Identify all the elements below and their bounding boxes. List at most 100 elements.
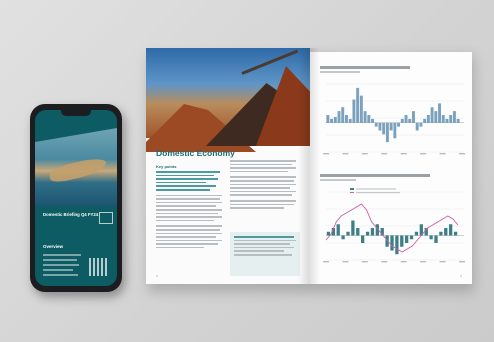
phone-text-line (43, 269, 73, 271)
text-line (230, 199, 296, 202)
chart-1-bar (412, 111, 415, 123)
legend-swatch (350, 192, 354, 193)
chart-1-bar (330, 118, 334, 123)
chart-1-bar (345, 115, 348, 123)
chart-2-bar (390, 235, 394, 251)
chart-1-title (320, 66, 410, 69)
chart-1-bar (367, 115, 371, 123)
chart-1-bar (426, 115, 430, 123)
chart-1-bar (359, 95, 363, 123)
chart-1-bar (441, 115, 445, 123)
chart-2-bar (409, 235, 414, 240)
text-line (156, 171, 220, 173)
legend-label (356, 192, 400, 194)
text-line (230, 183, 296, 186)
chart-1-bar (378, 122, 382, 131)
chart-2-bar (346, 231, 350, 236)
phone-qr-code (89, 258, 107, 276)
text-line (234, 239, 296, 242)
phone-text-line (43, 264, 79, 266)
chart-1-bar (374, 122, 378, 127)
chart-1-bar (326, 115, 330, 123)
chart-1-bar (430, 107, 434, 123)
legend-swatch (350, 188, 354, 190)
tick-label (459, 153, 465, 155)
text-line (230, 160, 296, 162)
chart-1-bar (438, 103, 441, 123)
chart-1-bar (382, 122, 386, 135)
phone-text-line (43, 274, 78, 276)
text-line (234, 243, 290, 245)
text-line (234, 236, 294, 238)
highlight-box (230, 232, 300, 276)
chart-1-svg (323, 83, 465, 155)
text-line (156, 194, 222, 197)
chart-2-bar (356, 228, 360, 236)
tick-label (381, 153, 388, 155)
tick-label (420, 153, 427, 155)
text-line (234, 250, 284, 252)
text-line (230, 179, 294, 182)
page-number-left: 4 (156, 274, 158, 278)
chart-2-bar (351, 220, 355, 236)
tick-label (361, 153, 368, 155)
text-line (230, 170, 288, 173)
chart-2-bar (429, 235, 433, 240)
smartphone: Domestic Briefing Q4 FY24 Overview (30, 104, 122, 292)
legend-label (356, 188, 396, 190)
chart-1-bar (445, 118, 449, 123)
chart-2-bar (336, 224, 340, 236)
text-line (230, 163, 292, 166)
chart-1-bar (415, 122, 419, 131)
text-line (156, 198, 220, 200)
tick-label (342, 261, 349, 263)
tick-label (459, 261, 465, 263)
chart-2-bar (341, 235, 345, 240)
text-line (156, 236, 216, 238)
chart-1-bar (352, 99, 356, 123)
chart-2-title (320, 174, 430, 177)
chart-1-bar (393, 122, 397, 139)
chart-1-bar (389, 122, 393, 131)
chart-2-bar (326, 231, 331, 236)
chart-2-bar (414, 231, 419, 236)
text-line (230, 187, 290, 189)
text-line (230, 194, 292, 196)
chart-2 (320, 186, 466, 266)
chart-1-bar (385, 122, 389, 143)
phone-text-line (43, 254, 81, 256)
chart-2-svg (323, 188, 465, 263)
phone-text-line (43, 259, 77, 261)
text-line (234, 246, 294, 249)
tick-label (381, 261, 388, 263)
scene-background: Domestic Briefing Q4 FY24 Overview Domes… (0, 0, 494, 342)
text-line (156, 174, 214, 177)
text-line (230, 176, 296, 178)
text-line (230, 203, 294, 206)
tick-label (361, 261, 368, 263)
chart-1-bar (423, 118, 427, 123)
page-heading: Domestic Economy (156, 148, 235, 158)
text-line (156, 216, 222, 218)
text-line (156, 239, 222, 242)
chart-1-bar (363, 111, 367, 123)
text-line (230, 207, 284, 209)
chart-1-bar (348, 118, 352, 123)
tick-label (323, 261, 329, 263)
key-points-label: Key points (156, 164, 177, 169)
chart-1-bar (408, 118, 412, 123)
chart-1-bar (400, 118, 404, 123)
tick-label (439, 153, 446, 155)
chart-1-subtitle (320, 71, 360, 73)
brochure-right-page: 5 (310, 52, 472, 284)
chart-1-bar (341, 107, 345, 123)
tick-label (400, 153, 407, 155)
chart-2-bar (400, 235, 404, 247)
chart-1-bar (419, 122, 423, 127)
text-line (156, 228, 220, 231)
chart-2-bar (405, 235, 409, 243)
chart-2-bar (361, 235, 365, 243)
chart-2-bar (365, 231, 370, 236)
text-line (230, 167, 296, 169)
mining-photo (146, 48, 310, 152)
